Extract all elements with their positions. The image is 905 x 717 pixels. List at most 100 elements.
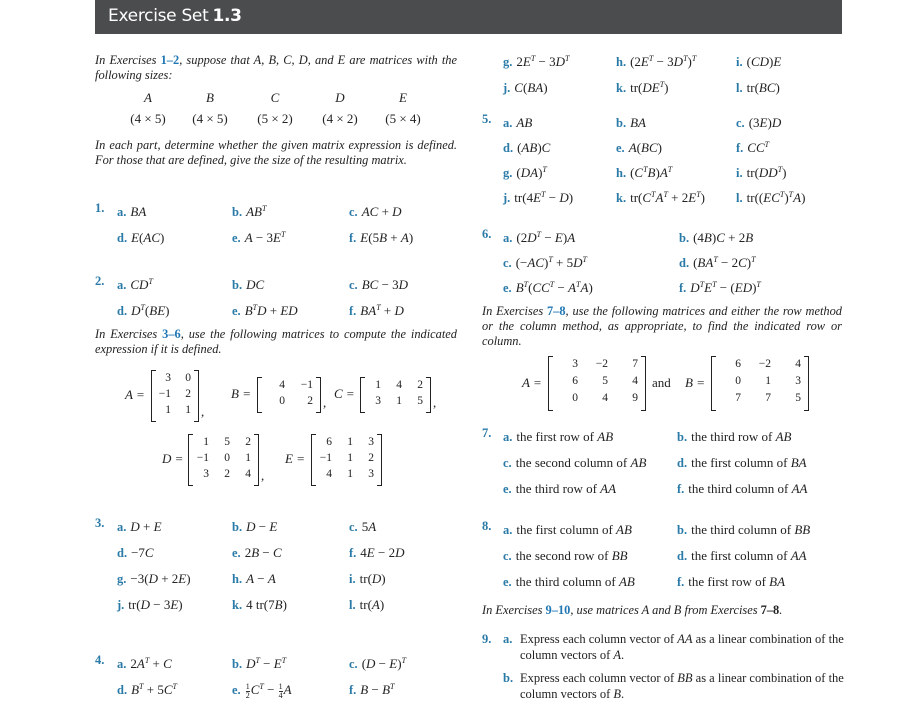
part-label: h.	[616, 166, 627, 180]
right-bracket	[194, 370, 199, 422]
part-expression: (CTB)AT	[630, 165, 673, 180]
part-expression: DT − ET	[246, 656, 287, 671]
transpose-superscript: T	[255, 656, 260, 665]
exercise-5-part-f: f. CCT	[736, 137, 769, 156]
part-expression: 4E − 2D	[360, 545, 405, 560]
part-matrix: AB	[630, 455, 647, 470]
exercise-number: 2.	[95, 274, 105, 288]
part-label: e.	[232, 683, 241, 697]
exercise-6-part-e: e. BT(CCT − ATA)	[503, 277, 593, 296]
exercise-3-part-d: d. −7C	[117, 542, 154, 561]
exercise-4-part-k: k. tr(DET)	[616, 77, 669, 96]
exercise-8-part-d: d. the first column of AA	[677, 545, 807, 564]
matrix-size-value: (4 × 5)	[192, 111, 228, 126]
exercise-6-part-c: c. (−AC)T + 5DT	[503, 252, 587, 271]
matrix-entry: 3	[203, 468, 209, 480]
part-text: the second column of	[515, 455, 631, 470]
matrix-entry: 1	[765, 375, 771, 387]
right-bracket	[316, 377, 321, 413]
exercise-5-part-e: e. A(BC)	[616, 137, 662, 156]
part-matrix: AA	[791, 481, 808, 496]
part-label: b.	[232, 205, 243, 219]
part-label: h.	[232, 572, 243, 586]
exercise-2-part-e: e. BTD + ED	[232, 300, 298, 319]
matrix-entry: 3	[368, 468, 374, 480]
exercise-4-part-h: h. (2ET − 3DT)T	[616, 51, 696, 70]
part-label: h.	[616, 55, 627, 69]
part-matrix: AA	[790, 548, 807, 563]
part-label: c.	[503, 549, 512, 563]
exercise-2-part-c: c. BC − 3D	[349, 274, 408, 293]
exercise-ref-link[interactable]: 3–6	[162, 327, 181, 341]
exercise-number: 8.	[482, 519, 492, 533]
part-label: l.	[349, 598, 356, 612]
part-label: d.	[117, 546, 128, 560]
part-label: g.	[503, 166, 513, 180]
matrix-label: B =	[231, 386, 251, 401]
exercise-3-part-k: k. 4 tr(7B)	[232, 594, 287, 613]
part-expression: tr(D)	[359, 571, 386, 586]
part-expression: 2ET − 3DT	[516, 54, 570, 69]
part-expression: 2AT + C	[130, 656, 172, 671]
part-label: d.	[677, 456, 688, 470]
transpose-superscript: T	[261, 204, 267, 213]
part-expression: CCT	[747, 140, 770, 155]
part-label: d.	[117, 231, 128, 245]
transpose-superscript: T	[764, 140, 770, 149]
matrix-entry: 7	[735, 392, 741, 404]
matrix-entry: 1	[245, 452, 251, 464]
part-matrix: AB	[597, 429, 614, 444]
transpose-superscript: T	[779, 190, 785, 199]
exercise-5-part-j: j. tr(4ET − D)	[503, 187, 573, 206]
exercise-3-part-l: l. tr(A)	[349, 594, 384, 613]
exercise-8-part-a: a. the first column of AB	[503, 519, 632, 538]
part-label: i.	[349, 572, 356, 586]
matrix-entry: 4	[632, 375, 638, 387]
part-label: d.	[117, 683, 128, 697]
exercise-4-part-j: j. C(BA)	[503, 77, 548, 96]
matrix-separator: ,	[323, 395, 327, 410]
part-expression: tr(DDT)	[746, 165, 787, 180]
section-header: Exercise Set 1.3	[95, 0, 842, 34]
exercise-ref-link[interactable]: 9–10	[546, 603, 571, 617]
exercise-ref-link[interactable]: 7–8	[761, 603, 780, 617]
part-expression: (2ET − 3DT)T	[630, 54, 697, 69]
part-text: the first row of	[516, 429, 598, 444]
part-expression: (3E)D	[748, 115, 782, 130]
right-bracket	[641, 356, 646, 411]
part-expression: tr(DET)	[630, 80, 669, 95]
part-label: e.	[503, 281, 512, 295]
part-expression: A − 3ET	[244, 230, 286, 245]
part-matrix: AB	[616, 522, 632, 537]
exercise-ref-link[interactable]: 1–2	[161, 53, 180, 67]
part-label: b.	[503, 671, 514, 685]
matrix-entry: 2	[417, 379, 423, 391]
part-label: c.	[349, 205, 358, 219]
matrix-size-value: (5 × 2)	[257, 111, 293, 126]
intro-prefix: In Exercises	[482, 603, 546, 617]
intro-exercises-1-2: In Exercises 1–2, suppose that A, B, C, …	[95, 53, 457, 83]
fraction: 12	[245, 681, 250, 700]
exercise-5-part-h: h. (CTB)AT	[616, 162, 672, 181]
matrix-entry: 1	[203, 436, 209, 448]
part-expression: AC + D	[361, 204, 402, 219]
matrix-entry: −2	[758, 358, 771, 370]
matrix-connector-and: and	[652, 375, 671, 390]
part-expression: E(5B + A)	[360, 230, 414, 245]
part-expression: (DA)T	[516, 165, 547, 180]
exercise-4-part-g: g. 2ET − 3DT	[503, 51, 569, 70]
part-expression: 2B − C	[244, 545, 282, 560]
part-expression: (4B)C + 2B	[693, 230, 754, 245]
part-label: c.	[349, 520, 358, 534]
exercise-ref-link[interactable]: 7–8	[547, 304, 566, 318]
exercise-1-part-e: e. A − 3ET	[232, 227, 285, 246]
exercise-3-part-e: e. 2B − C	[232, 542, 282, 561]
transpose-superscript: T	[280, 230, 286, 239]
part-label: k.	[616, 191, 627, 205]
matrix-entry: 1	[165, 404, 171, 416]
part-label: e.	[232, 546, 241, 560]
part-expression: DT(BE)	[131, 303, 170, 318]
matrix-entry: 7	[765, 392, 771, 404]
right-bracket	[377, 434, 382, 486]
part-text: the third column of	[688, 481, 792, 496]
